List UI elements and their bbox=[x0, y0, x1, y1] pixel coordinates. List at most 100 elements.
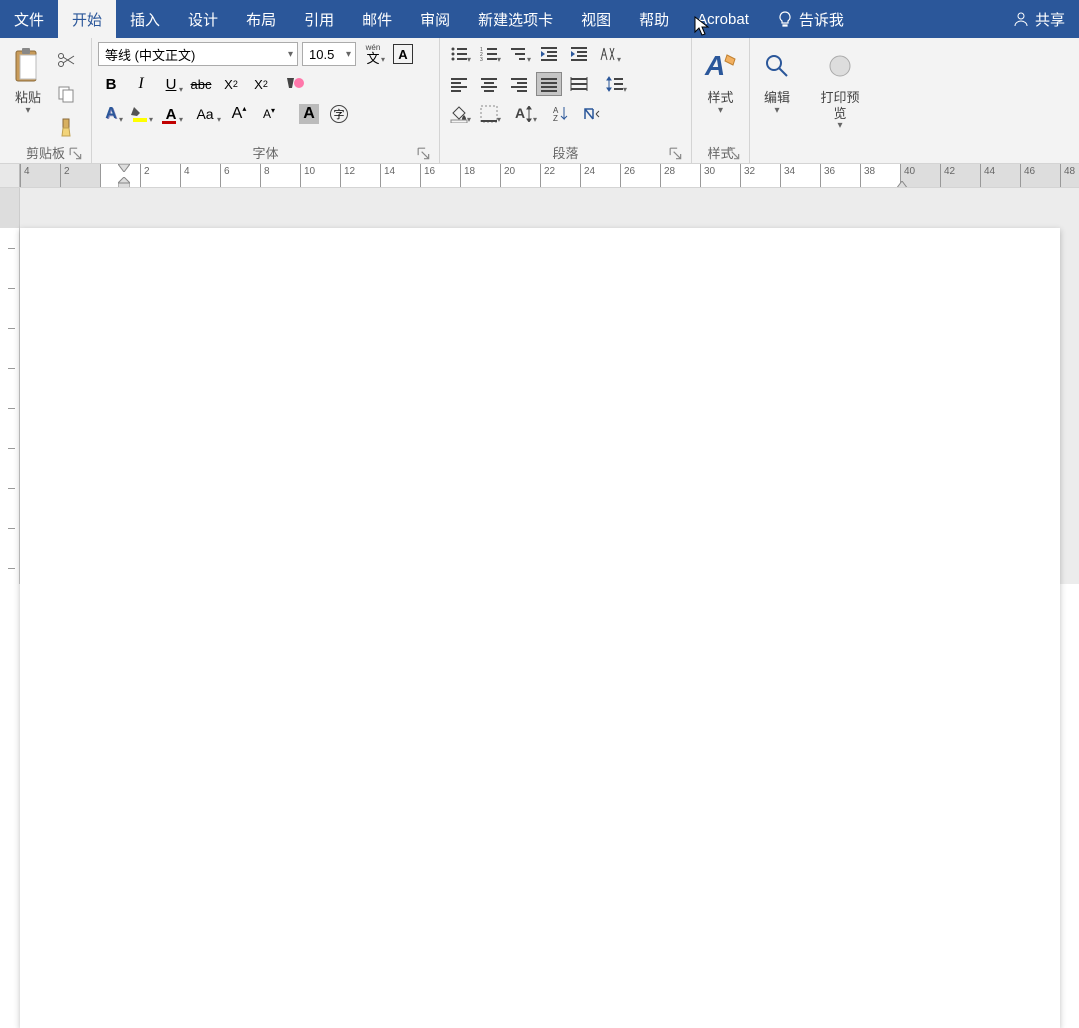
clipboard-icon bbox=[12, 47, 44, 85]
tab-newtab[interactable]: 新建选项卡 bbox=[464, 0, 567, 38]
align-center-icon bbox=[480, 76, 498, 92]
copy-button[interactable] bbox=[54, 82, 78, 106]
enclose-characters-button[interactable]: 字 bbox=[326, 102, 352, 126]
group-font: 等线 (中文正文) 10.5 wén 文 A B I U abc X2 X2 bbox=[92, 38, 440, 163]
tab-references[interactable]: 引用 bbox=[290, 0, 348, 38]
justify-button[interactable] bbox=[536, 72, 562, 96]
sort-button[interactable]: AZ bbox=[548, 102, 574, 126]
borders-button[interactable] bbox=[476, 102, 502, 126]
asian-layout-icon bbox=[600, 46, 618, 62]
paste-button[interactable]: 粘贴 ▾ bbox=[6, 42, 50, 120]
shading-button[interactable] bbox=[446, 102, 472, 126]
document-area bbox=[0, 188, 1079, 584]
numbering-icon: 123 bbox=[480, 46, 498, 62]
right-indent-marker[interactable] bbox=[896, 181, 908, 187]
sort-icon: AZ bbox=[552, 105, 570, 123]
svg-text:A: A bbox=[515, 106, 525, 121]
dialog-launcher-icon[interactable] bbox=[69, 147, 83, 161]
tab-design[interactable]: 设计 bbox=[174, 0, 232, 38]
copy-icon bbox=[57, 85, 75, 103]
shrink-font-button[interactable]: A▾ bbox=[256, 102, 282, 126]
character-scaling-button[interactable]: A bbox=[512, 102, 538, 126]
hanging-indent-marker[interactable] bbox=[118, 177, 130, 187]
tab-view[interactable]: 视图 bbox=[567, 0, 625, 38]
tab-review[interactable]: 审阅 bbox=[406, 0, 464, 38]
editing-button[interactable]: 编辑 ▾ bbox=[757, 42, 797, 120]
vertical-ruler[interactable] bbox=[0, 188, 20, 584]
paint-bucket-icon bbox=[449, 105, 469, 123]
numbering-button[interactable]: 123 bbox=[476, 42, 502, 66]
tab-acrobat[interactable]: Acrobat bbox=[683, 0, 763, 38]
text-effects-button[interactable]: A bbox=[98, 102, 124, 126]
character-shading-button[interactable]: A bbox=[296, 102, 322, 126]
chevron-down-icon: ▾ bbox=[718, 106, 723, 116]
group-styles: A 样式 ▾ 样式 bbox=[692, 38, 750, 163]
ruler-corner bbox=[0, 164, 20, 187]
font-size-select[interactable]: 10.5 bbox=[302, 42, 356, 66]
tab-home[interactable]: 开始 bbox=[58, 0, 116, 38]
italic-button[interactable]: I bbox=[128, 72, 154, 96]
dialog-launcher-icon[interactable] bbox=[727, 147, 741, 161]
align-right-button[interactable] bbox=[506, 72, 532, 96]
chevron-down-icon: ▾ bbox=[837, 121, 842, 131]
borders-icon bbox=[480, 105, 498, 123]
bullets-button[interactable] bbox=[446, 42, 472, 66]
chevron-down-icon: ▾ bbox=[774, 106, 779, 116]
tell-me[interactable]: 告诉我 bbox=[763, 0, 858, 38]
asian-layout-button[interactable] bbox=[596, 42, 622, 66]
clipboard-group-label: 剪贴板 bbox=[26, 143, 65, 162]
ruler-scale[interactable]: 4 2 2 4 6 8 10 12 14 16 18 20 22 24 26 2… bbox=[20, 164, 1079, 187]
align-left-button[interactable] bbox=[446, 72, 472, 96]
document-page[interactable] bbox=[20, 228, 1060, 1028]
paste-label: 粘贴 bbox=[15, 90, 41, 106]
clear-formatting-button[interactable] bbox=[278, 72, 312, 96]
phonetic-guide-button[interactable]: wén 文 bbox=[360, 42, 386, 66]
subscript-button[interactable]: X2 bbox=[218, 72, 244, 96]
horizontal-ruler: 4 2 2 4 6 8 10 12 14 16 18 20 22 24 26 2… bbox=[0, 164, 1079, 188]
tab-insert[interactable]: 插入 bbox=[116, 0, 174, 38]
multilevel-list-button[interactable] bbox=[506, 42, 532, 66]
char-scale-icon: A bbox=[515, 106, 535, 122]
align-center-button[interactable] bbox=[476, 72, 502, 96]
distribute-button[interactable] bbox=[566, 72, 592, 96]
tab-mailings[interactable]: 邮件 bbox=[348, 0, 406, 38]
group-clipboard: 粘贴 ▾ 剪贴板 bbox=[0, 38, 92, 163]
line-spacing-button[interactable] bbox=[602, 72, 628, 96]
underline-button[interactable]: U bbox=[158, 72, 184, 96]
dialog-launcher-icon[interactable] bbox=[417, 147, 431, 161]
superscript-button[interactable]: X2 bbox=[248, 72, 274, 96]
find-icon bbox=[763, 52, 791, 80]
tell-me-label: 告诉我 bbox=[799, 9, 844, 30]
svg-text:A: A bbox=[704, 50, 725, 81]
print-preview-button[interactable]: 打印预览 ▾ bbox=[810, 42, 870, 135]
line-spacing-icon bbox=[606, 75, 624, 93]
grow-font-button[interactable]: A▴ bbox=[226, 102, 252, 126]
increase-indent-button[interactable] bbox=[566, 42, 592, 66]
group-paragraph: 123 A AZ bbox=[440, 38, 692, 163]
group-editing: 编辑 ▾ bbox=[750, 38, 804, 163]
character-border-button[interactable]: A bbox=[390, 42, 416, 66]
font-name-select[interactable]: 等线 (中文正文) bbox=[98, 42, 298, 66]
dialog-launcher-icon[interactable] bbox=[669, 147, 683, 161]
bold-button[interactable]: B bbox=[98, 72, 124, 96]
styles-button[interactable]: A 样式 ▾ bbox=[697, 42, 745, 120]
first-line-indent-marker[interactable] bbox=[118, 164, 130, 172]
format-painter-button[interactable] bbox=[54, 116, 78, 140]
tab-file[interactable]: 文件 bbox=[0, 0, 58, 38]
pilcrow-icon bbox=[582, 105, 600, 123]
editing-label: 编辑 bbox=[764, 90, 790, 106]
decrease-indent-button[interactable] bbox=[536, 42, 562, 66]
align-right-icon bbox=[510, 76, 528, 92]
scissors-icon bbox=[57, 51, 75, 69]
highlight-button[interactable] bbox=[128, 102, 154, 126]
tab-layout[interactable]: 布局 bbox=[232, 0, 290, 38]
show-marks-button[interactable] bbox=[578, 102, 604, 126]
share-button[interactable]: 共享 bbox=[999, 0, 1079, 38]
font-color-button[interactable]: A bbox=[158, 102, 184, 126]
paragraph-group-label: 段落 bbox=[552, 143, 578, 162]
tab-help[interactable]: 帮助 bbox=[625, 0, 683, 38]
person-icon bbox=[1013, 11, 1029, 27]
cut-button[interactable] bbox=[54, 48, 78, 72]
strikethrough-button[interactable]: abc bbox=[188, 72, 214, 96]
change-case-button[interactable]: Aa bbox=[188, 102, 222, 126]
